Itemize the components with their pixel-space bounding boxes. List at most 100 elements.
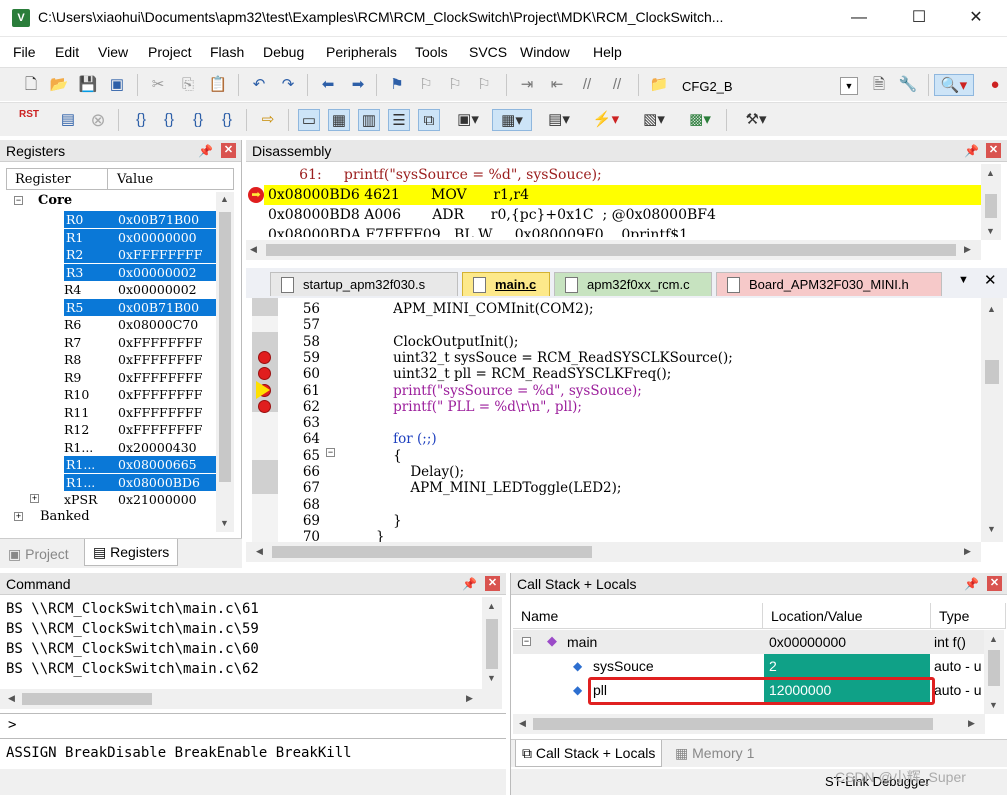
tab-board-h[interactable]: Board_APM32F030_MINI.h: [716, 272, 942, 296]
step-into-icon[interactable]: {}: [130, 109, 152, 131]
run-to-cursor-icon[interactable]: {}: [216, 109, 238, 131]
serial-window-icon[interactable]: ▤▾: [540, 109, 578, 131]
disassembly-line[interactable]: 0x08000BD6 4621 MOV r1,r4: [268, 185, 529, 205]
register-row[interactable]: R3 0x00000002: [8, 263, 218, 281]
call-stack-window-icon[interactable]: ⧉: [418, 109, 440, 131]
code-line[interactable]: 63: [246, 415, 981, 431]
tab-callstack[interactable]: ⧉ Call Stack + Locals: [515, 740, 663, 767]
command-window-icon[interactable]: ▭: [298, 109, 320, 131]
menu-flash[interactable]: Flash: [210, 44, 244, 60]
col-type[interactable]: Type: [931, 603, 1006, 629]
maximize-icon[interactable]: ☐: [905, 6, 933, 30]
comment-icon[interactable]: //: [576, 74, 598, 96]
register-row[interactable]: R10 0xFFFFFFFF: [8, 386, 218, 403]
register-value[interactable]: 0xFFFFFFFF: [118, 246, 218, 263]
halt-icon[interactable]: ⊗: [87, 109, 109, 131]
expand-xpsr-icon[interactable]: +: [30, 494, 39, 503]
new-file-icon[interactable]: 🗋: [20, 74, 42, 96]
next-bookmark-icon[interactable]: ⚐: [444, 74, 466, 96]
command-hscroll[interactable]: ◀ ▶: [0, 689, 502, 709]
breakpoint-current-icon[interactable]: ➡: [248, 187, 264, 203]
target-dropdown-icon[interactable]: ▼: [840, 77, 858, 95]
tab-memory[interactable]: ▦ Memory 1: [671, 740, 754, 767]
configure-icon[interactable]: 🗎: [868, 74, 890, 96]
close-tab-icon[interactable]: ✕: [984, 271, 997, 289]
pin-icon[interactable]: 📌: [198, 143, 213, 159]
toolbox-icon[interactable]: ⚒▾: [736, 109, 776, 131]
expand-banked-icon[interactable]: +: [14, 512, 23, 521]
show-next-statement-icon[interactable]: ⇨: [257, 109, 279, 131]
col-location[interactable]: Location/Value: [763, 603, 931, 629]
step-out-icon[interactable]: {}: [187, 109, 209, 131]
close-icon[interactable]: ✕: [221, 143, 236, 158]
menu-help[interactable]: Help: [593, 44, 622, 60]
close-icon[interactable]: ✕: [485, 576, 500, 591]
callstack-vscroll[interactable]: ▲ ▼: [984, 630, 1004, 714]
navigate-back-icon[interactable]: ⬅: [317, 74, 339, 96]
register-row[interactable]: R5 0x00B71B00: [8, 298, 218, 316]
register-value[interactable]: 0xFFFFFFFF: [118, 351, 218, 368]
disassembly-hscroll[interactable]: ◀ ▶: [246, 240, 981, 260]
register-value[interactable]: 0x00B71B00: [118, 211, 218, 228]
code-line[interactable]: 67 APM_MINI_LEDToggle(LED2);: [246, 480, 981, 496]
pin-icon[interactable]: 📌: [964, 576, 979, 592]
callstack-name[interactable]: sysSouce: [593, 654, 654, 678]
open-folder-icon[interactable]: 📂: [48, 74, 70, 96]
registers-window-icon[interactable]: ☰: [388, 109, 410, 131]
pin-icon[interactable]: 📌: [964, 143, 979, 159]
uncomment-icon[interactable]: //: [606, 74, 628, 96]
reset-icon[interactable]: RST: [18, 109, 40, 131]
clear-bookmarks-icon[interactable]: ⚐: [473, 74, 495, 96]
editor-vscroll[interactable]: ▲ ▼: [981, 298, 1003, 542]
trace-window-icon[interactable]: ▧▾: [634, 109, 674, 131]
disassembly-window-icon[interactable]: ▦: [328, 109, 350, 131]
banked-group[interactable]: Banked: [40, 509, 90, 524]
close-icon[interactable]: ✕: [987, 576, 1002, 591]
code-line[interactable]: 64 for (;;): [246, 431, 981, 447]
command-vscroll[interactable]: ▲ ▼: [482, 597, 502, 689]
code-line[interactable]: 61 printf("sysSource = %d", sysSouce);: [246, 383, 981, 399]
register-value[interactable]: 0x00000000: [118, 228, 218, 246]
register-row[interactable]: R1... 0x20000430: [8, 439, 218, 456]
menu-peripherals[interactable]: Peripherals: [326, 44, 397, 60]
unindent-icon[interactable]: ⇤: [546, 74, 568, 96]
paste-icon[interactable]: 📋: [207, 74, 229, 96]
register-row[interactable]: R6 0x08000C70: [8, 316, 218, 333]
menu-tools[interactable]: Tools: [415, 44, 448, 60]
tab-registers[interactable]: ▤ Registers: [84, 539, 179, 566]
code-line[interactable]: 60 uint32_t pll = RCM_ReadSYSCLKFreq();: [246, 366, 981, 382]
register-row[interactable]: R7 0xFFFFFFFF: [8, 334, 218, 351]
tab-startup-file[interactable]: startup_apm32f030.s: [270, 272, 458, 296]
code-line[interactable]: 69 }: [246, 513, 981, 529]
callstack-value[interactable]: 2: [764, 654, 930, 678]
register-value[interactable]: 0x00B71B00: [118, 298, 218, 316]
tab-project[interactable]: ▣ Project: [8, 541, 69, 568]
register-row[interactable]: R1... 0x08000665: [8, 456, 218, 473]
breakpoint-icon[interactable]: [258, 367, 271, 380]
code-line[interactable]: 65 {: [246, 448, 981, 464]
menu-svcs[interactable]: SVCS: [469, 44, 507, 60]
register-value[interactable]: 0x21000000: [118, 491, 218, 508]
tab-main-c[interactable]: main.c: [462, 272, 550, 296]
callstack-hscroll[interactable]: ◀ ▶: [513, 714, 985, 734]
register-value[interactable]: 0x00000002: [118, 263, 218, 281]
run-icon[interactable]: ▤: [57, 109, 79, 131]
disassembly-source-line[interactable]: 61: printf("sysSource = %d", sysSouce);: [268, 165, 602, 185]
register-value[interactable]: 0x08000665: [118, 456, 218, 473]
prev-bookmark-icon[interactable]: ⚐: [415, 74, 437, 96]
register-row[interactable]: R9 0xFFFFFFFF: [8, 369, 218, 386]
menu-debug[interactable]: Debug: [263, 44, 304, 60]
col-name[interactable]: Name: [513, 603, 763, 629]
find-in-files-icon[interactable]: 📁: [648, 74, 670, 96]
disassembly-vscroll[interactable]: ▲ ▼: [981, 164, 1001, 240]
undo-icon[interactable]: ↶: [248, 74, 270, 96]
close-icon[interactable]: ✕: [962, 6, 990, 30]
analysis-window-icon[interactable]: ⚡▾: [586, 109, 626, 131]
register-value[interactable]: 0xFFFFFFFF: [118, 404, 218, 421]
tab-list-icon[interactable]: ▼: [958, 274, 969, 286]
command-input[interactable]: >: [0, 713, 506, 739]
symbols-window-icon[interactable]: ▥: [358, 109, 380, 131]
col-value[interactable]: Value: [117, 172, 153, 187]
register-value[interactable]: 0xFFFFFFFF: [118, 334, 218, 351]
registers-scrollbar[interactable]: ▲ ▼: [216, 192, 234, 532]
